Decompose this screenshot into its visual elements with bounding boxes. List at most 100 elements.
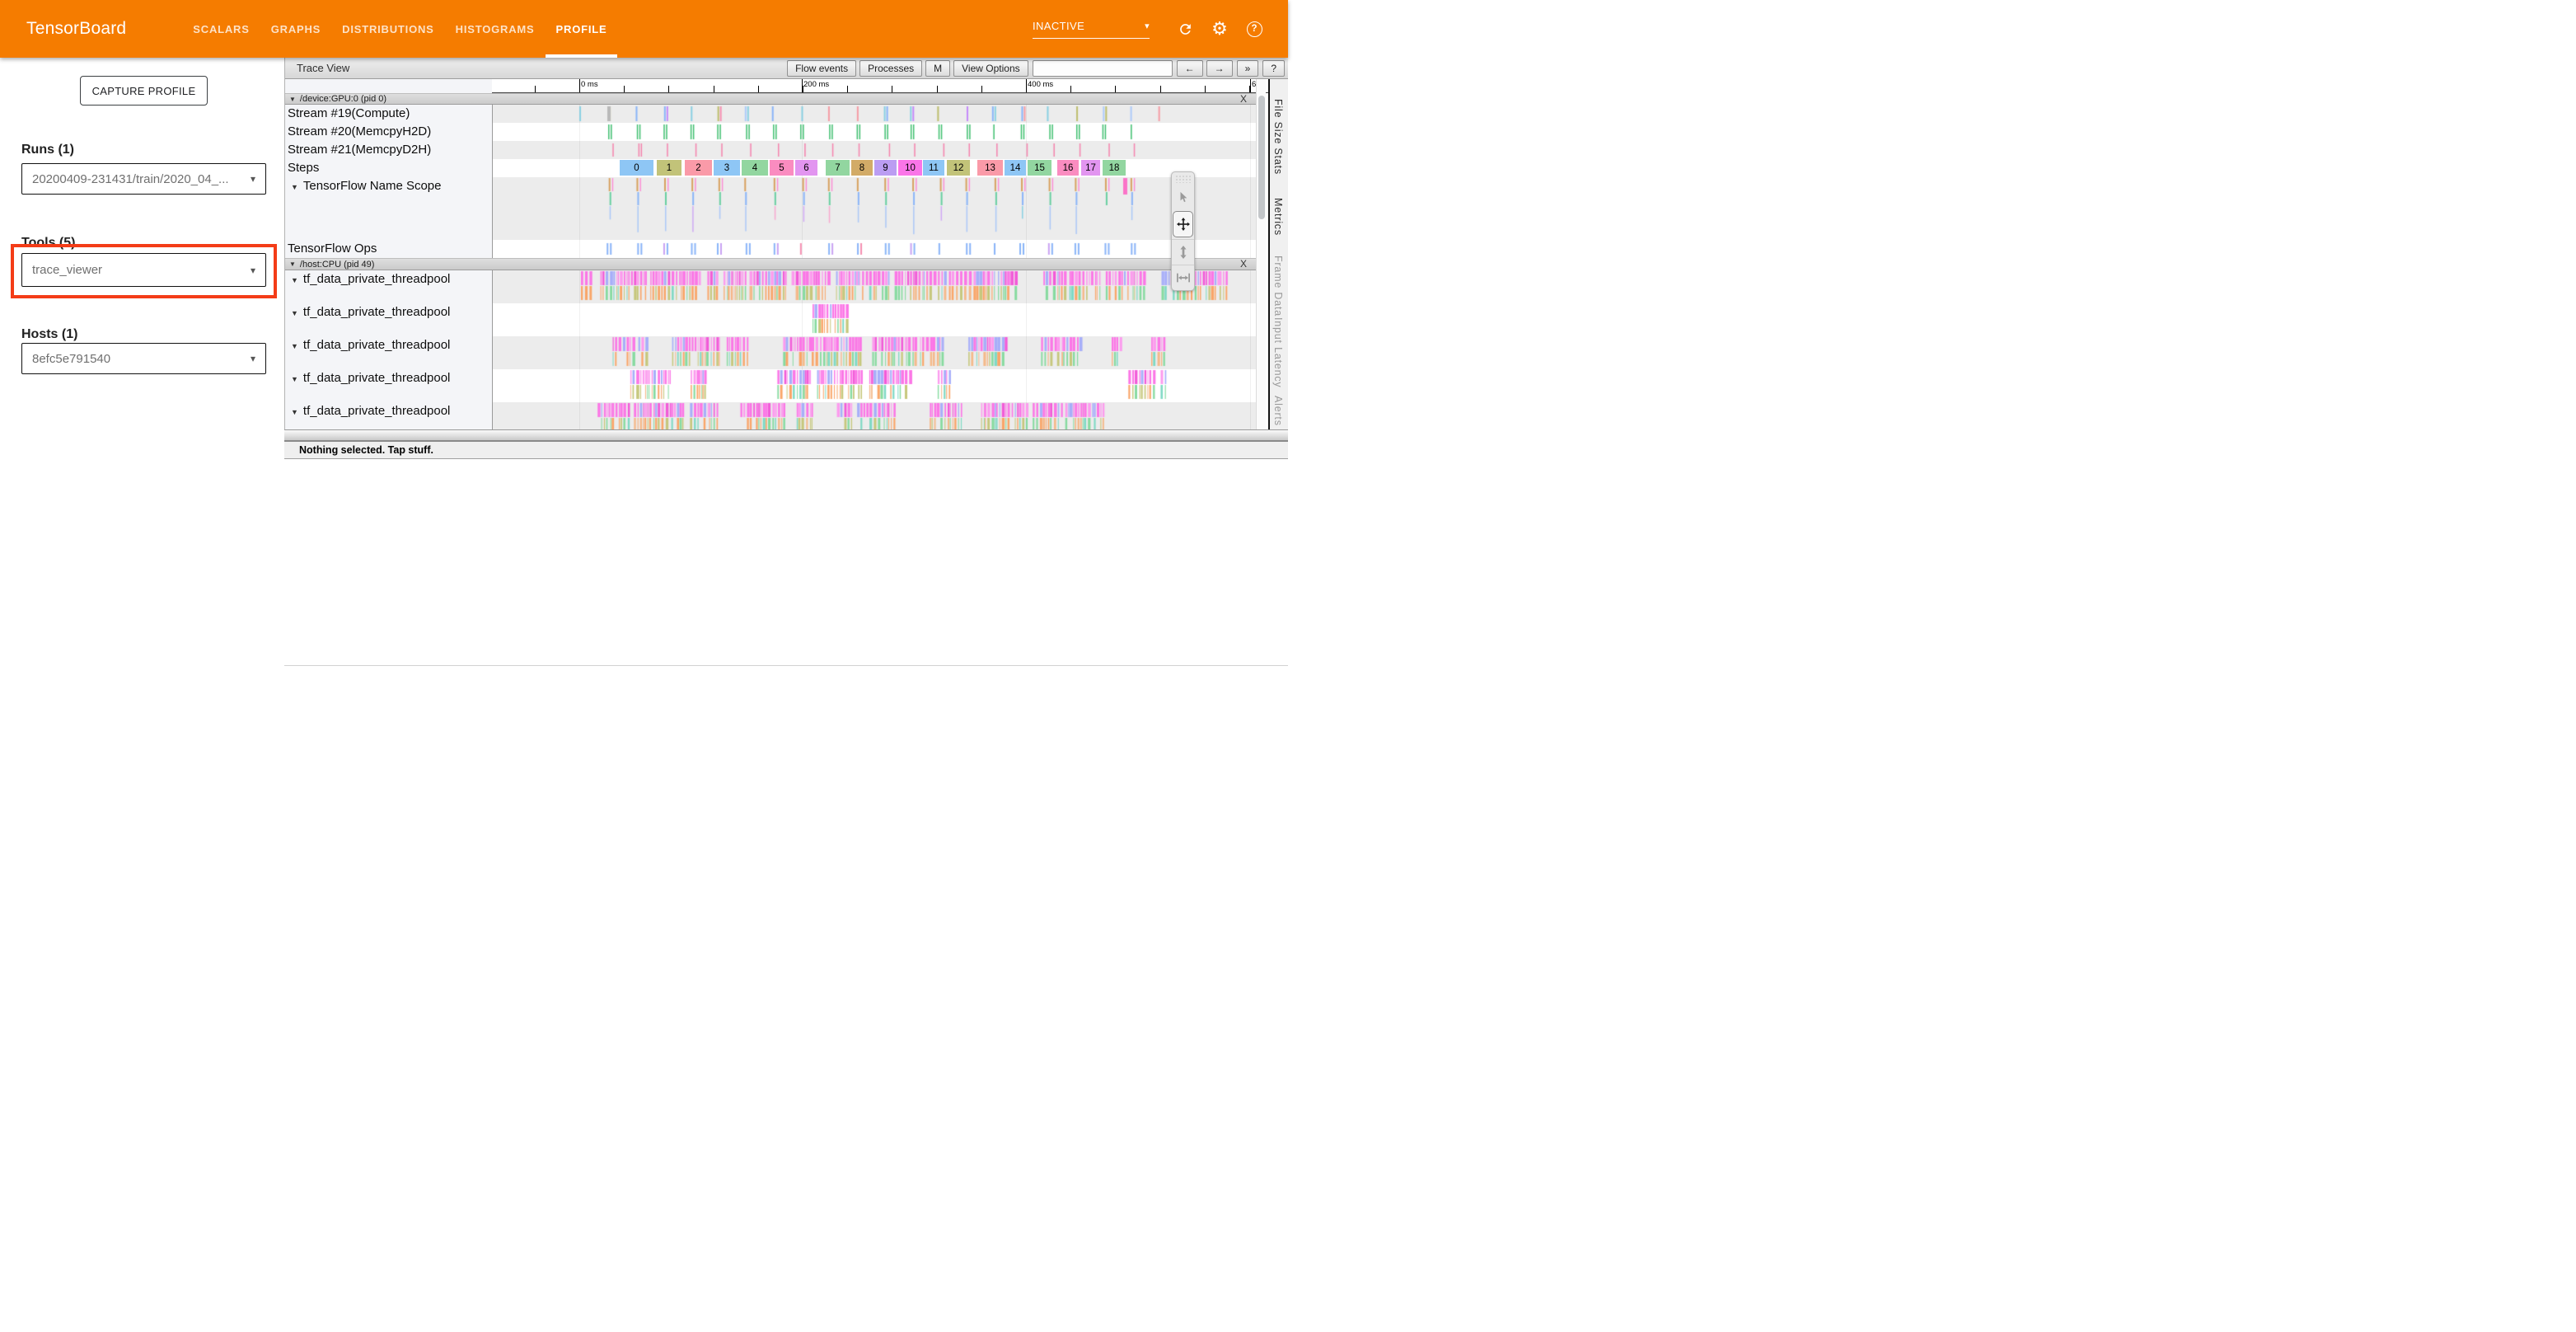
tab-metrics[interactable]: Metrics [1272,198,1284,236]
hosts-select-value: 8efc5e791540 [32,352,110,366]
track-label-tensorflow-ops: TensorFlow Ops [284,240,492,258]
ruler-major-tick [1250,79,1251,92]
top-navbar: TensorBoard SCALARS GRAPHS DISTRIBUTIONS… [0,0,1288,58]
ruler-minor-tick [535,86,536,92]
step-block[interactable]: 16 [1057,160,1079,176]
gear-icon[interactable]: ⚙ [1211,21,1228,37]
ruler-minor-tick [937,86,938,92]
chevron-down-icon: ▾ [251,173,255,185]
step-block[interactable]: 7 [826,160,850,176]
select-tool-button[interactable] [1172,185,1194,209]
cpu-process-title: /host:CPU (pid 49) [300,260,374,270]
ruler-minor-tick [758,86,759,92]
name-scope-trace-canvas[interactable] [492,177,1256,240]
step-block[interactable]: 11 [923,160,944,176]
tensorflow-ops-trace-canvas[interactable] [492,240,1256,258]
trace-search-input[interactable] [1033,60,1173,77]
step-block[interactable]: 2 [685,160,712,176]
vertical-scrollbar[interactable] [1256,79,1266,429]
navbar-right: INACTIVE ▾ ⚙ ? [1033,20,1272,39]
track-label-threadpool-2[interactable]: ▼tf_data_private_threadpool [284,303,492,336]
step-block[interactable]: 10 [898,160,922,176]
step-block[interactable]: 12 [947,160,970,176]
gpu-process-header[interactable]: ▼ /device:GPU:0 (pid 0) X [284,93,1256,105]
tab-profile[interactable]: PROFILE [546,0,618,58]
threadpool1-trace-canvas[interactable] [492,270,1256,303]
ruler-time-label: 200 ms [803,80,829,89]
more-button[interactable]: » [1237,60,1259,77]
ruler-minor-tick [847,86,848,92]
step-block[interactable]: 1 [657,160,681,176]
step-block[interactable]: 8 [851,160,873,176]
threadpool4-trace-canvas[interactable] [492,369,1256,402]
zoom-tool-button[interactable] [1172,239,1194,265]
track-label-threadpool-1[interactable]: ▼tf_data_private_threadpool [284,270,492,303]
tab-file-size-stats[interactable]: File Size Stats [1272,99,1284,175]
close-gpu-process-button[interactable]: X [1240,93,1247,105]
trace-help-button[interactable]: ? [1262,60,1285,77]
ruler-minor-tick [1205,86,1206,92]
threadpool3-trace-canvas[interactable] [492,336,1256,369]
flow-events-button[interactable]: Flow events [787,60,856,77]
step-block[interactable]: 3 [714,160,740,176]
track-label-threadpool-4[interactable]: ▼tf_data_private_threadpool [284,369,492,402]
threadpool2-trace-canvas[interactable] [492,303,1256,336]
ruler-time-label: 0 ms [581,80,598,89]
stream19-trace-canvas[interactable] [492,105,1256,123]
track-label-threadpool-5[interactable]: ▼tf_data_private_threadpool [284,402,492,429]
track-rows: ▼ /device:GPU:0 (pid 0) X Stream #19(Com… [284,93,1256,429]
runs-select[interactable]: 20200409-231431/train/2020_04_... ▾ [21,163,266,195]
step-block[interactable]: 17 [1081,160,1100,176]
step-block[interactable]: 4 [742,160,768,176]
scrollbar-thumb[interactable] [1258,96,1265,219]
track-label-stream20: Stream #20(MemcpyH2D) [284,123,492,141]
step-block[interactable]: 9 [874,160,897,176]
pan-tool-button[interactable] [1173,211,1193,237]
find-next-button[interactable]: → [1206,60,1233,77]
close-cpu-process-button[interactable]: X [1240,258,1247,270]
details-resize-handle[interactable] [284,429,1288,442]
step-block[interactable]: 6 [795,160,817,176]
tab-distributions[interactable]: DISTRIBUTIONS [331,0,445,58]
left-sidebar: CAPTURE PROFILE Runs (1) 20200409-231431… [0,58,285,666]
ruler-time-label: 400 ms [1028,80,1053,89]
chevron-down-icon: ▾ [1145,21,1150,31]
track-label-threadpool-3[interactable]: ▼tf_data_private_threadpool [284,336,492,369]
stream21-trace-canvas[interactable] [492,141,1256,159]
step-block[interactable]: 14 [1005,160,1026,176]
refresh-icon[interactable] [1177,21,1193,37]
app-logo: TensorBoard [26,19,126,39]
track-label-name-scope[interactable]: ▼TensorFlow Name Scope [284,177,492,240]
step-block[interactable]: 13 [977,160,1003,176]
tab-graphs[interactable]: GRAPHS [260,0,331,58]
selection-status-text: Nothing selected. Tap stuff. [299,444,433,456]
status-select[interactable]: INACTIVE ▾ [1033,20,1150,39]
step-block[interactable]: 5 [770,160,794,176]
step-block[interactable]: 0 [620,160,653,176]
threadpool5-trace-canvas[interactable] [492,402,1256,429]
tab-histograms[interactable]: HISTOGRAMS [445,0,546,58]
trace-view-panel: Trace View Flow events Processes M View … [284,58,1288,666]
timing-tool-button[interactable] [1172,265,1194,290]
step-block[interactable]: 15 [1028,160,1051,176]
view-options-button[interactable]: View Options [953,60,1028,77]
cpu-process-header[interactable]: ▼ /host:CPU (pid 49) X [284,258,1256,270]
tab-input-latency[interactable]: Input Latency [1272,317,1284,387]
stream20-trace-canvas[interactable] [492,123,1256,141]
palette-drag-handle[interactable] [1175,175,1191,183]
step-block[interactable]: 18 [1103,160,1126,176]
metrics-m-button[interactable]: M [925,60,950,77]
collapse-triangle-icon: ▼ [289,260,296,268]
tab-scalars[interactable]: SCALARS [182,0,260,58]
tab-alerts[interactable]: Alerts [1272,396,1284,426]
ruler-minor-tick [981,86,982,92]
trace-toolbar-buttons: Flow events Processes M View Options ← →… [784,60,1285,77]
hosts-select[interactable]: 8efc5e791540 ▾ [21,343,266,374]
help-icon[interactable]: ? [1246,21,1262,37]
tab-frame-data[interactable]: Frame Data [1272,256,1284,317]
ruler-major-tick [802,79,803,92]
find-prev-button[interactable]: ← [1177,60,1203,77]
runs-label: Runs (1) [21,143,74,157]
processes-button[interactable]: Processes [859,60,922,77]
capture-profile-button[interactable]: CAPTURE PROFILE [80,76,208,106]
